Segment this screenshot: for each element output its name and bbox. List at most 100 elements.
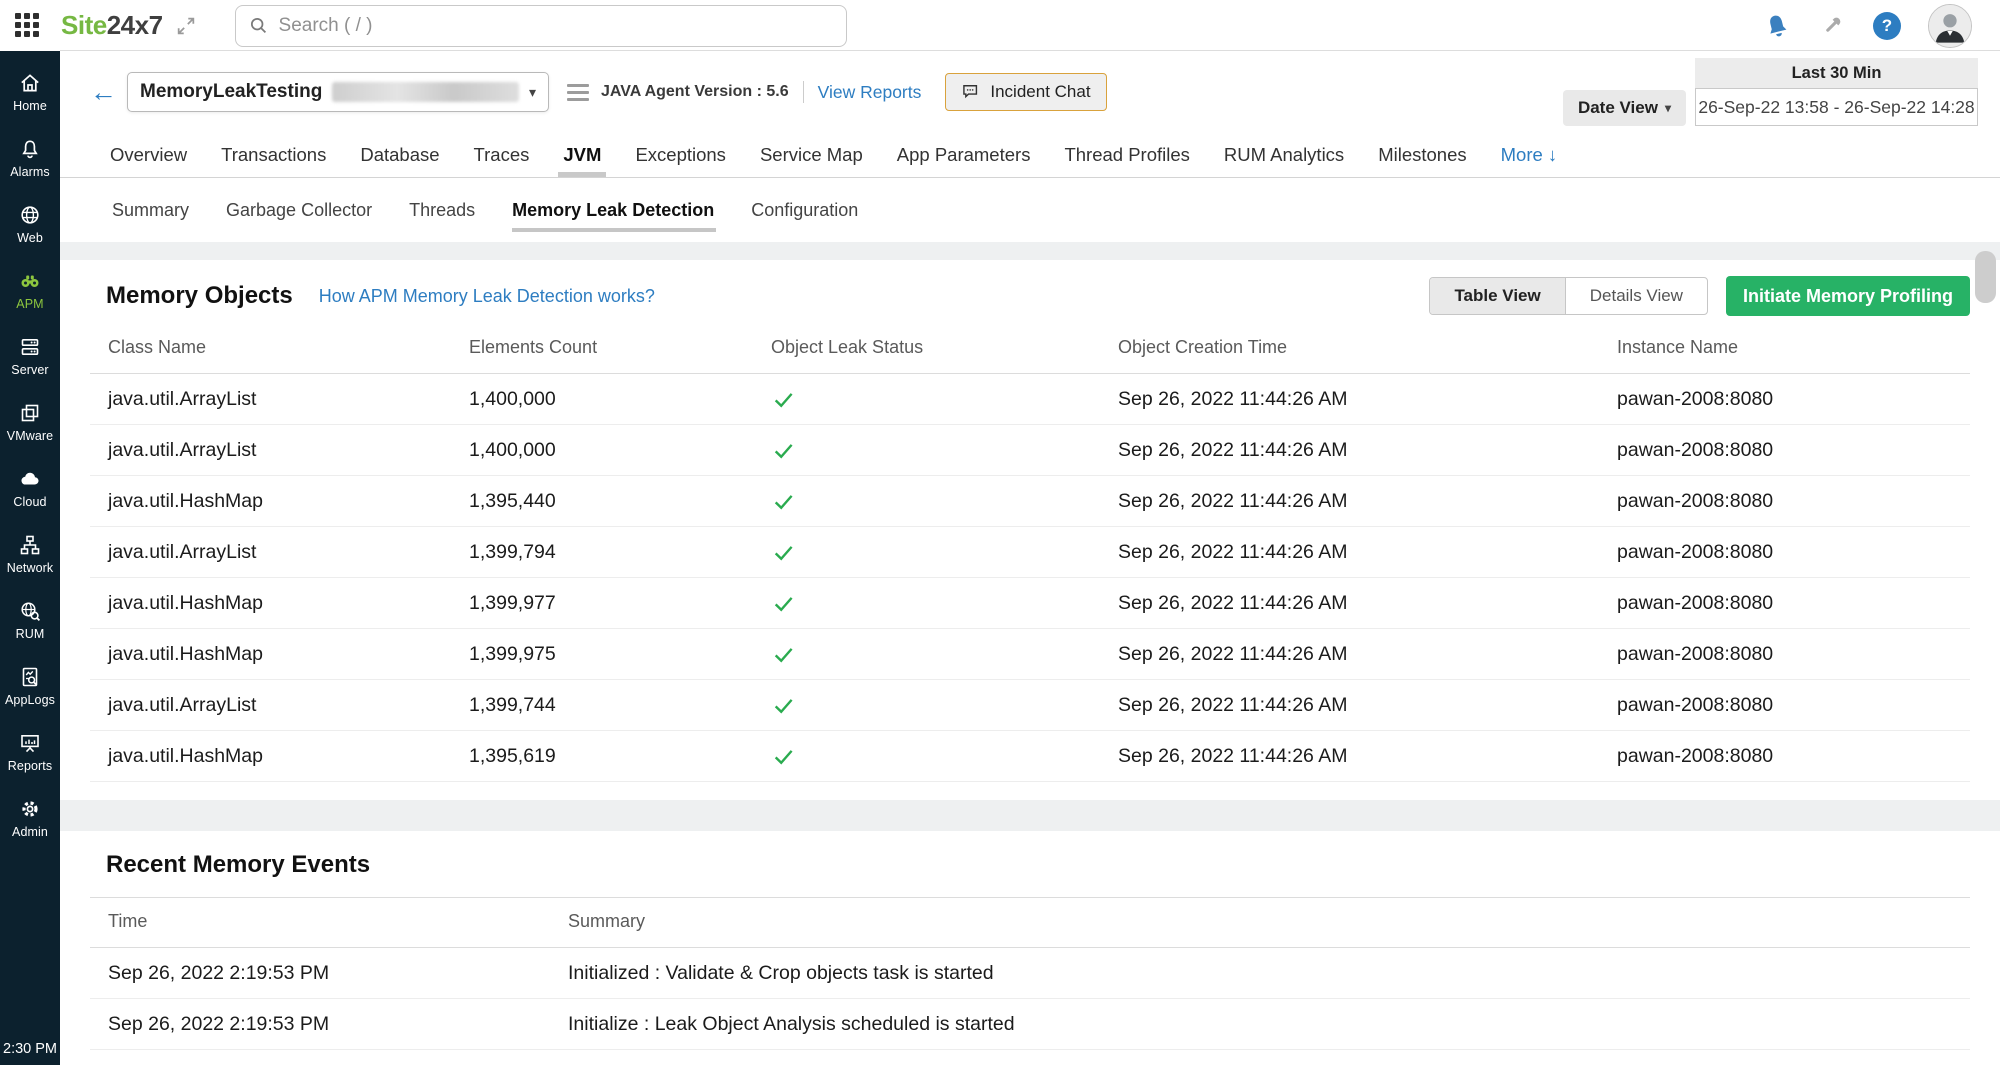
page-scrollbar-thumb[interactable] [1975, 251, 1996, 303]
notifications-bell-icon[interactable] [1759, 7, 1795, 43]
elements-count-cell: 1,400,000 [451, 425, 753, 476]
incident-chat-button[interactable]: Incident Chat [945, 73, 1106, 111]
subtab-summary[interactable]: Summary [112, 200, 189, 221]
sidebar-item-cloud[interactable]: Cloud [0, 455, 60, 521]
user-avatar[interactable] [1928, 4, 1972, 48]
sidebar-item-alarms[interactable]: Alarms [0, 125, 60, 191]
table-header-row: Class Name Elements Count Object Leak St… [90, 324, 1970, 374]
tab-traces[interactable]: Traces [474, 133, 530, 177]
app-launcher-icon[interactable] [15, 13, 41, 39]
time-range-preset[interactable]: Last 30 Min [1695, 58, 1978, 88]
chevron-down-icon: ▾ [529, 84, 536, 101]
rum-icon [18, 599, 42, 623]
table-view-toggle[interactable]: Table View [1430, 278, 1565, 314]
expand-icon[interactable] [175, 15, 197, 37]
tab-more[interactable]: More ↓ [1501, 133, 1558, 177]
instance-name-cell: pawan-2008:8080 [1599, 425, 1970, 476]
main-area: ← MemoryLeakTesting ▾ JAVA Agent Version… [60, 51, 2000, 1065]
logo-site: Site [61, 10, 107, 40]
sidebar-item-home[interactable]: Home [0, 59, 60, 125]
server-icon [18, 335, 42, 359]
chat-bubble-icon [961, 82, 981, 102]
instance-name-cell: pawan-2008:8080 [1599, 731, 1970, 782]
tab-exceptions[interactable]: Exceptions [635, 133, 726, 177]
date-view-button[interactable]: Date View ▾ [1563, 90, 1686, 126]
home-icon [18, 71, 42, 95]
sidebar-item-web[interactable]: Web [0, 191, 60, 257]
memory-objects-rows: java.util.ArrayList 1,400,000 Sep 26, 20… [90, 374, 1970, 782]
monitor-header-row: ← MemoryLeakTesting ▾ JAVA Agent Version… [60, 51, 2000, 133]
table-row: java.util.HashMap 1,399,975 Sep 26, 2022… [90, 629, 1970, 680]
sidebar-item-label: Admin [12, 825, 48, 839]
sidebar-item-network[interactable]: Network [0, 521, 60, 587]
creation-time-cell: Sep 26, 2022 11:44:26 AM [1100, 680, 1599, 731]
tab-thread-profiles[interactable]: Thread Profiles [1064, 133, 1189, 177]
monitor-select[interactable]: MemoryLeakTesting ▾ [127, 72, 549, 112]
initiate-memory-profiling-button[interactable]: Initiate Memory Profiling [1726, 276, 1970, 316]
tools-wrench-icon[interactable] [1819, 12, 1846, 39]
recent-events-rows: Sep 26, 2022 2:19:53 PM Initialized : Va… [90, 948, 1970, 1065]
recent-memory-events-table: Time Summary Sep 26, 2022 2:19:53 PM Ini… [90, 898, 1970, 1065]
tab-database[interactable]: Database [360, 133, 439, 177]
global-search[interactable] [235, 5, 847, 47]
table-row: Sep 26, 2022 2:19:53 PM Initialized : Va… [90, 948, 1970, 999]
sidebar-item-vmware[interactable]: VMware [0, 389, 60, 455]
sidebar-item-apm[interactable]: APM [0, 257, 60, 323]
subtab-threads[interactable]: Threads [409, 200, 475, 221]
sidebar-item-label: Network [7, 561, 54, 575]
tab-overview[interactable]: Overview [110, 133, 187, 177]
creation-time-cell: Sep 26, 2022 11:44:26 AM [1100, 425, 1599, 476]
class-name-cell: java.util.ArrayList [90, 425, 451, 476]
monitor-menu-icon[interactable] [567, 84, 589, 101]
jvm-subtabs: Summary Garbage Collector Threads Memory Le… [60, 178, 2000, 242]
memory-leak-help-link[interactable]: How APM Memory Leak Detection works? [319, 286, 655, 307]
class-name-cell: java.util.HashMap [90, 476, 451, 527]
tab-transactions[interactable]: Transactions [221, 133, 326, 177]
sidebar-item-label: RUM [16, 627, 45, 641]
site24x7-logo[interactable]: Site24x7 [61, 10, 163, 41]
sidebar-item-admin[interactable]: Admin [0, 785, 60, 851]
sidebar-item-server[interactable]: Server [0, 323, 60, 389]
view-toggle: Table View Details View [1429, 277, 1708, 315]
sidebar-item-rum[interactable]: RUM [0, 587, 60, 653]
subtab-memory-leak-detection[interactable]: Memory Leak Detection [512, 200, 714, 221]
tab-milestones[interactable]: Milestones [1378, 133, 1466, 177]
view-reports-link[interactable]: View Reports [818, 82, 922, 103]
sidebar-item-label: Server [11, 363, 48, 377]
tab-rum-analytics[interactable]: RUM Analytics [1224, 133, 1344, 177]
class-name-cell: java.util.HashMap [90, 629, 451, 680]
time-range-controls: Date View ▾ Last 30 Min 26-Sep-22 13:58 … [1563, 58, 1978, 126]
subtab-configuration[interactable]: Configuration [751, 200, 858, 221]
sidebar-item-label: Web [17, 231, 43, 245]
leak-ok-check-icon [771, 693, 796, 718]
creation-time-cell: Sep 26, 2022 11:44:26 AM [1100, 578, 1599, 629]
sidebar-item-reports[interactable]: Reports [0, 719, 60, 785]
help-icon[interactable]: ? [1873, 12, 1901, 40]
sidebar-item-label: Home [13, 99, 47, 113]
details-view-toggle[interactable]: Details View [1566, 278, 1707, 314]
subtab-garbage-collector[interactable]: Garbage Collector [226, 200, 372, 221]
col-elements-count: Elements Count [451, 324, 753, 374]
date-view-label: Date View [1578, 98, 1658, 118]
tab-app-parameters[interactable]: App Parameters [897, 133, 1031, 177]
tab-service-map[interactable]: Service Map [760, 133, 863, 177]
back-arrow-icon[interactable]: ← [90, 79, 117, 106]
avatar-person-icon [1929, 5, 1971, 47]
sidebar-item-label: Reports [8, 759, 52, 773]
search-icon [248, 15, 270, 37]
memory-objects-header: Memory Objects How APM Memory Leak Detec… [90, 260, 1970, 316]
sidebar-item-applogs[interactable]: AppLogs [0, 653, 60, 719]
leak-status-cell [753, 476, 1100, 527]
instance-name-cell: pawan-2008:8080 [1599, 680, 1970, 731]
time-range-value[interactable]: 26-Sep-22 13:58 - 26-Sep-22 14:28 [1695, 88, 1978, 126]
search-input[interactable] [279, 15, 834, 37]
sidebar-clock: 2:30 PM [3, 1041, 57, 1065]
creation-time-cell: Sep 26, 2022 11:44:26 AM [1100, 629, 1599, 680]
creation-time-cell: Sep 26, 2022 11:44:26 AM [1100, 527, 1599, 578]
cloud-icon [18, 467, 42, 491]
event-time-cell: Sep 26, 2022 2:19:53 PM [90, 999, 550, 1050]
tab-jvm[interactable]: JVM [563, 133, 601, 177]
monitor-name: MemoryLeakTesting [140, 81, 322, 103]
memory-objects-card: Memory Objects How APM Memory Leak Detec… [60, 260, 2000, 800]
creation-time-cell: Sep 26, 2022 11:44:26 AM [1100, 374, 1599, 425]
